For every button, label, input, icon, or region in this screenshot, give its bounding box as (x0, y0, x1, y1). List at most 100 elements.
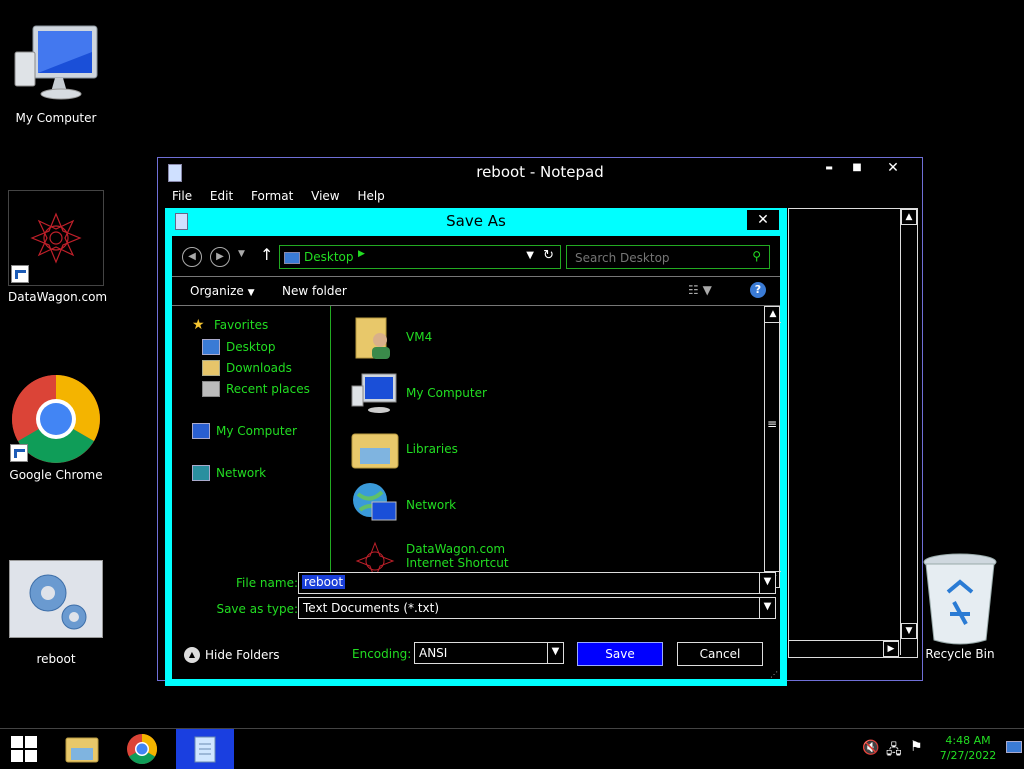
chevron-down-icon[interactable]: ▼ (547, 643, 563, 663)
file-name-input[interactable]: reboot (302, 575, 346, 589)
close-button[interactable]: ✕ (878, 158, 908, 180)
nav-network[interactable]: Network (192, 465, 266, 481)
desktop-icon-my-computer[interactable]: My Computer (8, 22, 104, 125)
nav-downloads[interactable]: Downloads (202, 360, 292, 376)
file-name-field[interactable]: reboot ▼ (298, 572, 776, 594)
taskbar-notepad[interactable] (176, 729, 234, 769)
notepad-title: reboot - Notepad (476, 163, 604, 181)
search-input[interactable] (573, 249, 747, 267)
chevron-down-icon: ▼ (247, 288, 255, 298)
network-status-icon[interactable]: 🖧 (886, 739, 902, 763)
back-button[interactable]: ◀ (182, 247, 202, 267)
recent-locations-chevron-icon[interactable]: ▼ (238, 249, 245, 259)
file-name: Network (406, 498, 457, 512)
file-name: My Computer (406, 386, 487, 400)
scroll-right-icon[interactable]: ▶ (883, 641, 899, 657)
save-as-type-label: Save as type: (216, 602, 298, 616)
desktop-icon-label: Google Chrome (9, 468, 103, 482)
settings-gears-icon (9, 560, 103, 638)
desktop-folder-icon (284, 252, 300, 264)
scroll-thumb-grip-icon[interactable]: ≡ (765, 417, 779, 431)
list-item[interactable]: My Computer (350, 368, 487, 418)
notepad-vertical-scrollbar[interactable]: ▲ ▼ (900, 209, 917, 655)
nav-favorites[interactable]: ★ Favorites (192, 318, 268, 332)
save-button[interactable]: Save (577, 642, 663, 666)
up-arrow-icon[interactable]: ↑ (260, 245, 273, 264)
dialog-titlebar[interactable]: Save As ✕ (165, 208, 787, 234)
menu-view[interactable]: View (311, 189, 339, 203)
computer-icon (14, 25, 98, 100)
desktop-icon-label: DataWagon.com (8, 290, 108, 304)
address-dropdown-icon[interactable]: ▼ (526, 250, 534, 261)
scroll-down-icon[interactable]: ▼ (901, 623, 917, 639)
search-icon[interactable]: ⚲ (752, 249, 761, 263)
file-name: DataWagon.com (406, 542, 506, 556)
notepad-app-icon (168, 164, 182, 182)
new-folder-button[interactable]: New folder (282, 284, 347, 298)
clock[interactable]: 4:48 AM 7/27/2022 (936, 733, 1000, 763)
address-bar[interactable]: Desktop ▶ ▼ ↻ (279, 245, 561, 269)
desktop-icon-google-chrome[interactable]: Google Chrome (8, 374, 104, 482)
encoding-label: Encoding: (352, 647, 412, 661)
notepad-icon (194, 736, 216, 763)
file-explorer-icon (65, 737, 99, 763)
menu-help[interactable]: Help (357, 189, 384, 203)
hide-folders-button[interactable]: ▲ Hide Folders (184, 647, 280, 663)
encoding-select[interactable]: ANSI ▼ (414, 642, 564, 664)
shortcut-arrow-icon (10, 444, 28, 462)
nav-recent-places[interactable]: Recent places (202, 381, 310, 397)
search-box[interactable]: ⚲ (566, 245, 770, 269)
menu-format[interactable]: Format (251, 189, 293, 203)
save-as-type-select[interactable]: Text Documents (*.txt) ▼ (298, 597, 776, 619)
organize-menu[interactable]: Organize ▼ (190, 284, 255, 298)
minimize-button[interactable]: ▬ (814, 158, 844, 180)
taskbar-file-explorer[interactable] (58, 729, 106, 769)
start-button[interactable] (0, 729, 48, 769)
list-item[interactable]: Network (350, 480, 456, 530)
view-options-icon[interactable]: ☷ ▼ (688, 283, 712, 297)
clock-date: 7/27/2022 (939, 749, 997, 762)
breadcrumb-chevron-icon[interactable]: ▶ (358, 249, 365, 259)
chevron-down-icon[interactable]: ▼ (759, 573, 775, 593)
file-subtitle: Internet Shortcut (406, 556, 509, 570)
user-folder-icon (350, 312, 400, 362)
chevron-down-icon[interactable]: ▼ (759, 598, 775, 618)
action-center-icon[interactable]: ⚑ (910, 739, 923, 755)
recent-places-icon (202, 381, 220, 397)
notepad-horizontal-scrollbar[interactable]: ▶ (789, 640, 899, 657)
list-item[interactable]: Libraries (350, 424, 458, 474)
refresh-icon[interactable]: ↻ (543, 248, 554, 263)
nav-label: Recent places (226, 382, 310, 396)
desktop-icon-datawagon[interactable]: DataWagon.com (8, 190, 108, 304)
forward-button[interactable]: ▶ (210, 247, 230, 267)
scroll-up-icon[interactable]: ▲ (901, 209, 917, 225)
scroll-up-icon[interactable]: ▲ (765, 307, 781, 323)
taskbar-chrome[interactable] (118, 729, 166, 769)
dialog-title: Save As (446, 212, 506, 230)
chrome-icon (127, 734, 158, 765)
desktop-icon-reboot[interactable]: reboot (8, 560, 104, 666)
desktop-icon-label: My Computer (15, 111, 97, 125)
help-icon[interactable]: ? (750, 282, 766, 298)
file-name: Libraries (406, 442, 458, 456)
nav-label: Downloads (226, 361, 292, 375)
show-desktop-icon[interactable] (1006, 741, 1022, 753)
menu-edit[interactable]: Edit (210, 189, 233, 203)
nav-my-computer[interactable]: My Computer (192, 423, 297, 439)
libraries-icon (350, 424, 400, 474)
volume-muted-icon[interactable]: 🔇 (862, 740, 879, 756)
encoding-value: ANSI (419, 646, 448, 660)
desktop-icon-recycle-bin[interactable]: Recycle Bin (912, 552, 1008, 661)
notepad-titlebar[interactable]: reboot - Notepad ▬ ■ ✕ (158, 158, 922, 186)
nav-desktop[interactable]: Desktop (202, 339, 276, 355)
menu-file[interactable]: File (172, 189, 192, 203)
resize-grip-icon[interactable]: ⋰ (770, 670, 778, 679)
maximize-button[interactable]: ■ (842, 158, 872, 180)
file-list-scrollbar[interactable]: ▲ ≡ ▼ (764, 306, 781, 588)
list-item[interactable]: VM4 (350, 312, 432, 362)
dialog-close-button[interactable]: ✕ (747, 210, 779, 230)
address-location[interactable]: Desktop (304, 250, 354, 264)
file-name-label: File name: (236, 576, 298, 590)
notepad-text-area[interactable]: ▲ ▼ ▶ (788, 208, 918, 658)
cancel-button[interactable]: Cancel (677, 642, 763, 666)
